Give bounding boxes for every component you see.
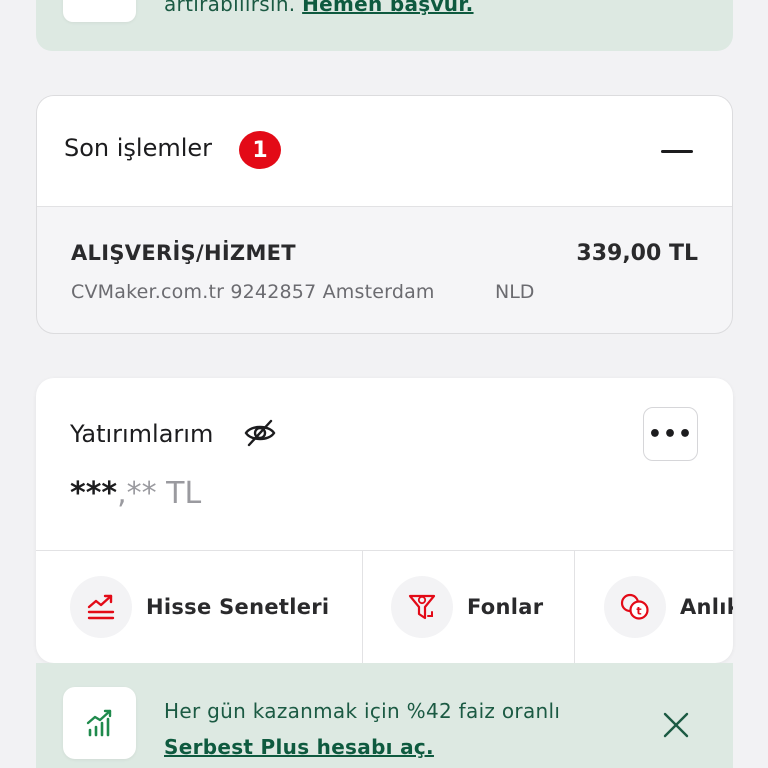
transaction-country: NLD	[495, 281, 535, 303]
coins-icon: t	[604, 576, 666, 638]
shortcut-stocks-label: Hisse Senetleri	[146, 595, 330, 619]
savings-promo-banner[interactable]: Her gün kazanmak için %42 faiz oranlı Se…	[36, 663, 733, 768]
minus-icon	[661, 149, 693, 153]
apply-now-link[interactable]: Hemen başvur.	[302, 0, 473, 16]
shortcut-funds[interactable]: Fonlar	[391, 551, 543, 663]
shortcut-instant[interactable]: t Anlık	[604, 551, 733, 663]
eye-off-icon[interactable]	[243, 418, 277, 448]
open-account-link[interactable]: Serbest Plus hesabı aç.	[164, 729, 560, 765]
shortcut-stocks[interactable]: Hisse Senetleri	[70, 551, 329, 663]
promo-text-body: artırabilirsin.	[164, 0, 296, 16]
close-icon[interactable]	[661, 710, 691, 740]
funnel-coin-icon	[391, 576, 453, 638]
more-options-button[interactable]: •••	[643, 407, 698, 461]
top-promo-banner: artırabilirsin. Hemen başvur.	[36, 0, 733, 51]
recent-transactions-header[interactable]: Son işlemler 1	[37, 96, 732, 207]
balance-hidden-rest: ,** TL	[117, 476, 202, 511]
transaction-row[interactable]: ALIŞVERİŞ/HİZMET 339,00 TL CVMaker.com.t…	[37, 207, 732, 333]
promo-text: Her gün kazanmak için %42 faiz oranlı Se…	[164, 693, 560, 765]
investments-title: Yatırımlarım	[70, 420, 214, 448]
transaction-description: CVMaker.com.tr 9242857 Amsterdam	[71, 281, 435, 303]
balance-hidden-main: ***	[70, 476, 118, 511]
svg-text:t: t	[636, 605, 641, 618]
collapse-button[interactable]	[657, 136, 697, 166]
investments-card: Yatırımlarım ••• ***,** TL Hisse Senetle…	[36, 378, 733, 663]
shortcut-separator	[362, 551, 363, 663]
notification-badge: 1	[239, 131, 281, 169]
shortcut-funds-label: Fonlar	[467, 595, 544, 619]
recent-transactions-title: Son işlemler	[64, 134, 213, 162]
transaction-amount: 339,00 TL	[576, 241, 698, 266]
shortcut-separator	[574, 551, 575, 663]
recent-transactions-card: Son işlemler 1 ALIŞVERİŞ/HİZMET 339,00 T…	[36, 95, 733, 334]
transaction-type: ALIŞVERİŞ/HİZMET	[71, 241, 296, 265]
investment-balance: ***,** TL	[70, 476, 201, 511]
promo-icon-tile	[63, 687, 136, 759]
promo-icon-tile	[63, 0, 136, 22]
growth-chart-icon	[86, 709, 111, 737]
promo-text-body: Her gün kazanmak için %42 faiz oranlı	[164, 699, 561, 723]
stock-chart-icon	[70, 576, 132, 638]
promo-text: artırabilirsin. Hemen başvur.	[164, 0, 474, 16]
shortcut-instant-label: Anlık	[680, 595, 733, 619]
